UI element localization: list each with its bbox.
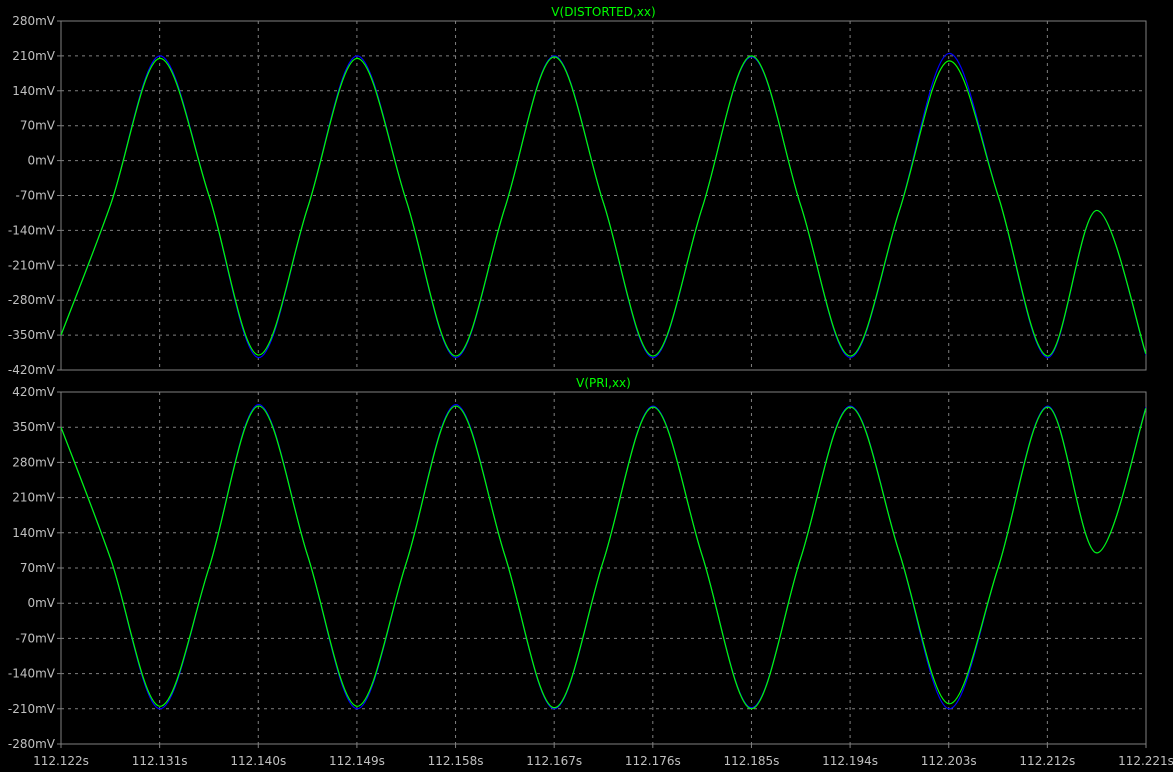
series-line-2 bbox=[61, 55, 1146, 357]
x-tick-label: 112.122s bbox=[33, 754, 89, 768]
waveform-viewer: 280mV 210mV 140mV 70mV 0mV -70mV -140mV -210mV -… bbox=[0, 0, 1173, 772]
x-tick-label: 112.176s bbox=[625, 754, 681, 768]
x-tick-label: 112.167s bbox=[526, 754, 582, 768]
x-tick-label: 112.158s bbox=[428, 754, 484, 768]
y-tick-label: -140mV bbox=[8, 223, 56, 237]
y-tick-label: -420mV bbox=[8, 363, 56, 377]
y-tick-label: 140mV bbox=[12, 526, 56, 540]
y-tick-label: -70mV bbox=[16, 631, 56, 645]
y-tick-label: 0mV bbox=[27, 596, 55, 610]
y-tick-label: 0mV bbox=[27, 154, 55, 168]
x-tick-label: 112.194s bbox=[822, 754, 878, 768]
series-line-1 bbox=[61, 403, 1146, 710]
x-tick-label: 112.185s bbox=[724, 754, 780, 768]
x-tick-label: 112.131s bbox=[132, 754, 188, 768]
waveform-plot-svg: 280mV 210mV 140mV 70mV 0mV -70mV -140mV -210mV -… bbox=[8, 5, 1173, 768]
y-tick-label: -280mV bbox=[8, 737, 56, 751]
y-tick-label: 140mV bbox=[12, 84, 56, 98]
y-tick-label: 280mV bbox=[12, 455, 56, 469]
trace-title[interactable]: V(PRI,xx) bbox=[576, 376, 631, 390]
y-tick-label: -140mV bbox=[8, 667, 56, 681]
series-line-2 bbox=[61, 405, 1146, 710]
y-tick-label: 350mV bbox=[12, 420, 56, 434]
y-tick-label: 210mV bbox=[12, 49, 56, 63]
series-line-1 bbox=[61, 52, 1146, 359]
y-tick-label: -350mV bbox=[8, 328, 56, 342]
y-tick-label: -70mV bbox=[16, 189, 56, 203]
y-tick-label: 420mV bbox=[12, 385, 56, 399]
x-tick-label: 112.212s bbox=[1019, 754, 1075, 768]
y-tick-label: 70mV bbox=[20, 561, 56, 575]
y-tick-label: -210mV bbox=[8, 258, 56, 272]
x-tick-label: 112.221s bbox=[1118, 754, 1173, 768]
y-tick-label: 280mV bbox=[12, 14, 56, 28]
plot-pane-1: 280mV 210mV 140mV 70mV 0mV -70mV -140mV -210mV -… bbox=[8, 5, 1147, 377]
x-tick-label: 112.149s bbox=[329, 754, 385, 768]
y-tick-label: -210mV bbox=[8, 702, 56, 716]
trace-title[interactable]: V(DISTORTED,xx) bbox=[551, 5, 655, 19]
y-tick-label: -280mV bbox=[8, 293, 56, 307]
plot-pane-2: 420mV 350mV 280mV 210mV 140mV 70mV 0mV -70mV -14… bbox=[8, 376, 1173, 768]
y-tick-label: 210mV bbox=[12, 491, 56, 505]
x-tick-label: 112.203s bbox=[921, 754, 977, 768]
x-tick-label: 112.140s bbox=[230, 754, 286, 768]
y-tick-label: 70mV bbox=[20, 119, 56, 133]
